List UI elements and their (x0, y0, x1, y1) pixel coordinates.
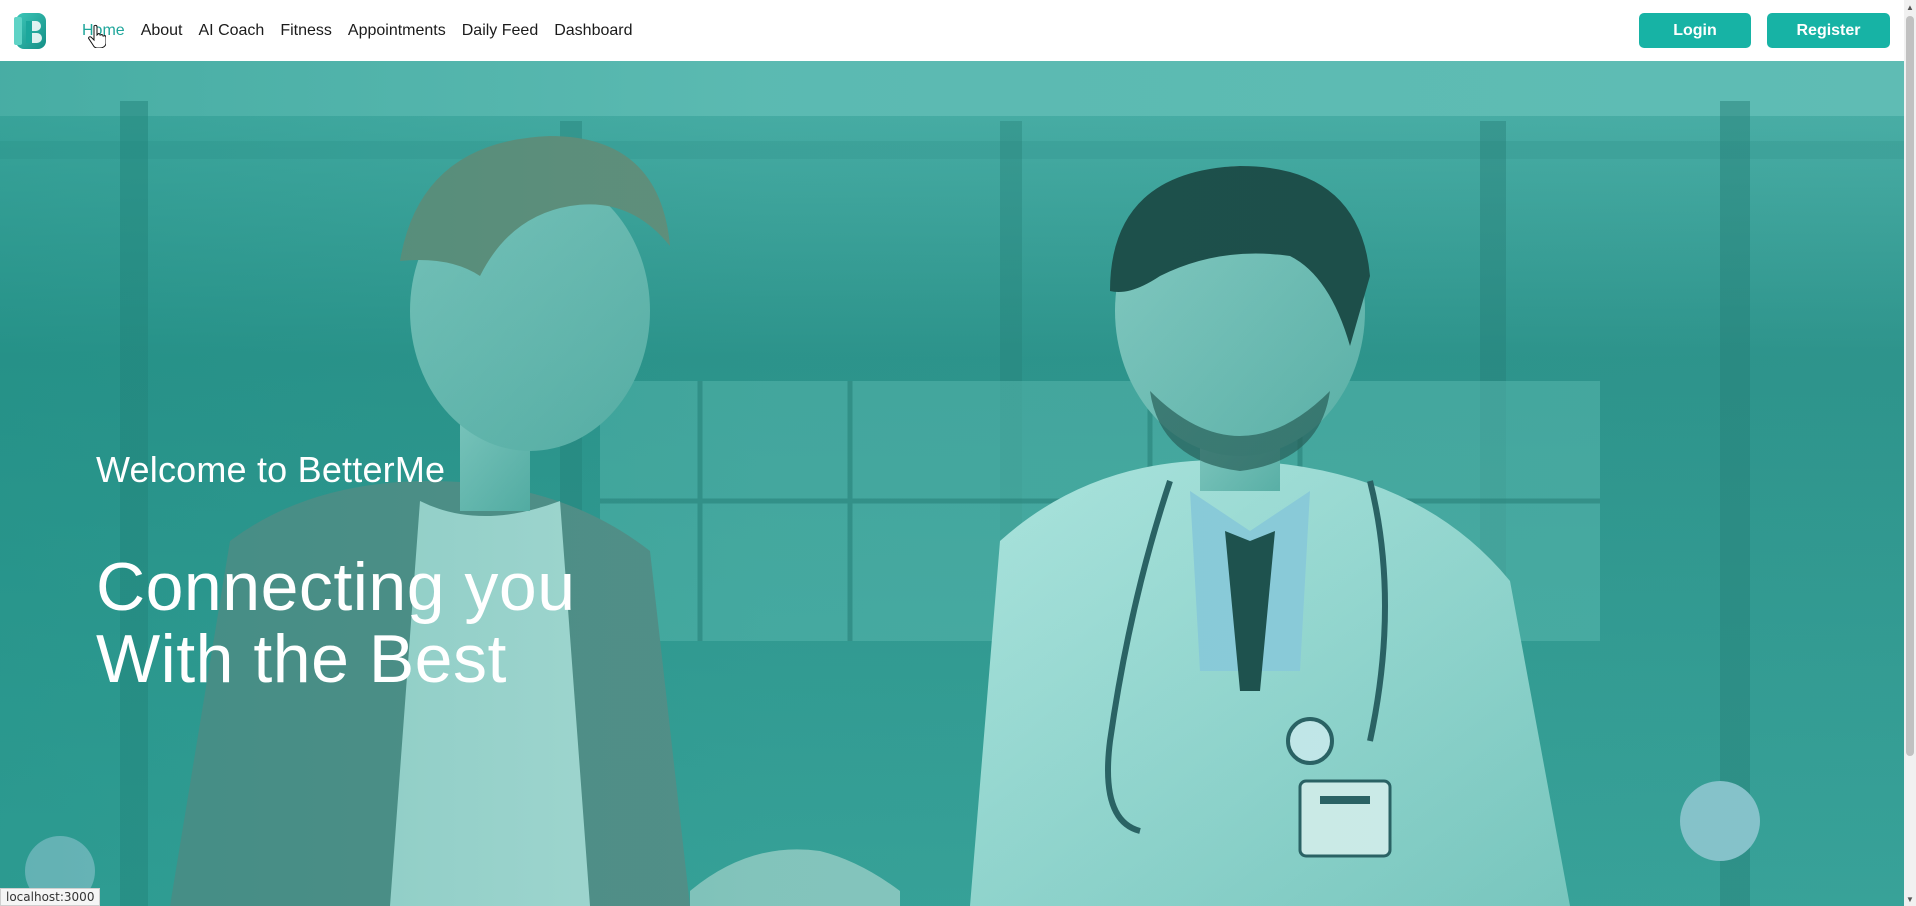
hero-headline: Connecting you With the Best (96, 551, 576, 695)
auth-buttons: Login Register (1639, 13, 1890, 48)
page-scrollbar[interactable]: ▲ ▼ (1904, 0, 1916, 906)
page: Home About AI Coach Fitness Appointments… (0, 0, 1916, 906)
status-bar-url: localhost:3000 (0, 888, 101, 906)
betterme-logo-icon[interactable] (14, 11, 50, 51)
login-button[interactable]: Login (1639, 13, 1751, 48)
scrollbar-thumb[interactable] (1906, 16, 1914, 756)
nav-link-appointments[interactable]: Appointments (348, 22, 446, 40)
hero-section: Welcome to BetterMe Connecting you With … (0, 61, 1904, 906)
hero-headline-line2: With the Best (96, 621, 507, 697)
scroll-up-arrow-icon[interactable]: ▲ (1904, 0, 1916, 14)
nav-links: Home About AI Coach Fitness Appointments… (82, 22, 649, 40)
scroll-down-arrow-icon[interactable]: ▼ (1904, 892, 1916, 906)
nav-link-about[interactable]: About (141, 22, 183, 40)
hand-cursor-icon (88, 24, 106, 48)
nav-link-dashboard[interactable]: Dashboard (554, 22, 632, 40)
nav-link-fitness[interactable]: Fitness (280, 22, 332, 40)
register-button[interactable]: Register (1767, 13, 1890, 48)
top-navbar: Home About AI Coach Fitness Appointments… (0, 0, 1904, 61)
hero-welcome-text: Welcome to BetterMe (96, 449, 446, 490)
hero-headline-line1: Connecting you (96, 549, 576, 625)
nav-link-ai-coach[interactable]: AI Coach (199, 22, 265, 40)
nav-link-daily-feed[interactable]: Daily Feed (462, 22, 538, 40)
